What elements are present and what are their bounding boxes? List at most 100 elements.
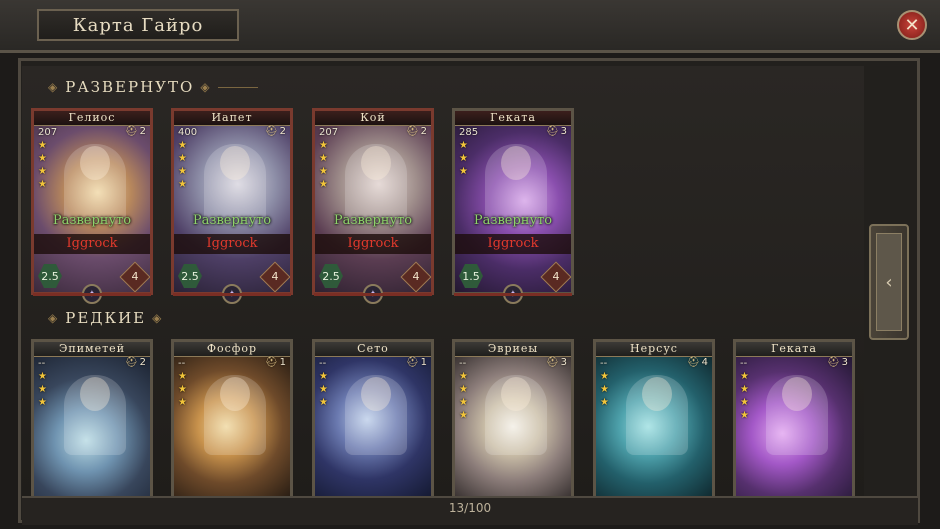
card-stars: ★ ★ ★ ★ [740,371,749,421]
card-level-value: 2 [279,126,286,137]
helmet-icon: ⛑ [405,357,419,368]
card-level: ⛑ 2 [125,357,146,368]
portrait-head [361,377,391,411]
section-rare-title: РЕДКИЕ [65,309,147,327]
star-icon: ★ [38,384,47,395]
card-level: ⛑ 4 [687,357,708,368]
star-icon: ★ [459,397,468,408]
star-icon: ★ [319,179,328,190]
helmet-icon: ⛑ [124,357,138,368]
star-icon: ★ [740,384,749,395]
card-level-value: 2 [139,126,146,137]
section-deployed-title: РАЗВЕРНУТО [65,78,195,96]
star-icon: ★ [178,384,187,395]
star-icon: ★ [38,153,47,164]
helmet-icon: ⛑ [545,357,559,368]
star-icon: ★ [600,384,609,395]
card-level: ⛑ 1 [265,357,286,368]
card[interactable]: Фосфор -- ⛑ 1 ★ ★ ★ [171,339,293,499]
top-bar: Карта Гайро ✕ [0,0,940,53]
portrait-head [220,146,250,180]
star-icon: ★ [178,397,187,408]
card-portrait [455,357,571,496]
card-portrait [736,357,852,496]
card-underline [314,293,432,296]
card-level-value: 3 [841,357,848,368]
card-power: -- [178,358,186,369]
card-name: Иапет [174,111,290,126]
star-icon: ★ [459,384,468,395]
card-underline [454,293,572,296]
card[interactable]: Эпиметей -- ⛑ 2 ★ ★ ★ [31,339,153,499]
card-stars: ★ ★ ★ ★ [38,140,47,190]
star-icon: ★ [740,410,749,421]
star-icon: ★ [319,397,328,408]
card-level: ⛑ 2 [406,126,427,137]
card-power: 400 [178,127,198,138]
card[interactable]: Эвриеы -- ⛑ 3 ★ ★ ★ ★ [452,339,574,499]
card[interactable]: Кой 207 ⛑ 2 ★ ★ ★ ★ Развернуто Iggrock 2.5 4 [312,108,434,295]
star-icon: ★ [38,397,47,408]
portrait-head [501,146,531,180]
card-stars: ★ ★ ★ [459,140,468,177]
card-stars: ★ ★ ★ ★ [319,140,328,190]
star-icon: ★ [38,371,47,382]
card-stars: ★ ★ ★ ★ [178,140,187,190]
portrait-head [80,377,110,411]
card-name: Геката [455,111,571,126]
star-icon: ★ [459,410,468,421]
section-deployed-header: ◈ РАЗВЕРНУТО ◈ [42,78,258,96]
card-level: ⛑ 3 [546,126,567,137]
helmet-icon: ⛑ [826,357,840,368]
card-power: -- [740,358,748,369]
card-level-value: 2 [139,357,146,368]
card[interactable]: Иапет 400 ⛑ 2 ★ ★ ★ ★ Развернуто Iggrock 2.5 4 [171,108,293,295]
star-icon: ★ [319,384,328,395]
card-level-value: 4 [701,357,708,368]
ornament-icon: ◈ [48,80,60,94]
card-power: -- [38,358,46,369]
star-icon: ★ [178,153,187,164]
divider [217,86,258,88]
star-icon: ★ [459,140,468,151]
star-icon: ★ [740,371,749,382]
card-level: ⛑ 1 [406,357,427,368]
card-stars: ★ ★ ★ [319,371,328,408]
card[interactable]: Нерсус -- ⛑ 4 ★ ★ ★ [593,339,715,499]
card-owner: Iggrock [174,234,290,254]
card[interactable]: Сето -- ⛑ 1 ★ ★ ★ [312,339,434,499]
star-icon: ★ [740,397,749,408]
card-stars: ★ ★ ★ [600,371,609,408]
page-title: Карта Гайро [37,9,239,41]
card-attack-value: 4 [131,270,139,283]
card-stars: ★ ★ ★ [178,371,187,408]
close-icon[interactable]: ✕ [897,10,927,40]
card-level-value: 3 [560,126,567,137]
card-name: Геката [736,342,852,357]
card-level-value: 2 [420,126,427,137]
star-icon: ★ [459,371,468,382]
card-attack-value: 4 [271,270,279,283]
card-status: Развернуто [473,213,553,228]
card-status: Развернуто [52,213,132,228]
card-name: Нерсус [596,342,712,357]
card-power: -- [459,358,467,369]
portrait-head [361,146,391,180]
card[interactable]: Геката 285 ⛑ 3 ★ ★ ★ Развернуто Iggrock 1.5 4 [452,108,574,295]
card-name: Гелиос [34,111,150,126]
card-underline [33,293,151,296]
star-icon: ★ [600,397,609,408]
star-icon: ★ [600,371,609,382]
portrait-head [642,377,672,411]
card-level: ⛑ 3 [546,357,567,368]
card-power: -- [600,358,608,369]
helmet-icon: ⛑ [545,126,559,137]
side-panel-toggle[interactable]: ‹ [869,224,909,340]
portrait-head [501,377,531,411]
card[interactable]: Геката -- ⛑ 3 ★ ★ ★ ★ [733,339,855,499]
star-icon: ★ [319,153,328,164]
card-attack-value: 4 [552,270,560,283]
card-portrait [34,357,150,496]
card-level: ⛑ 2 [265,126,286,137]
card[interactable]: Гелиос 207 ⛑ 2 ★ ★ ★ ★ Развернуто Iggrock 2.5 4 [31,108,153,295]
